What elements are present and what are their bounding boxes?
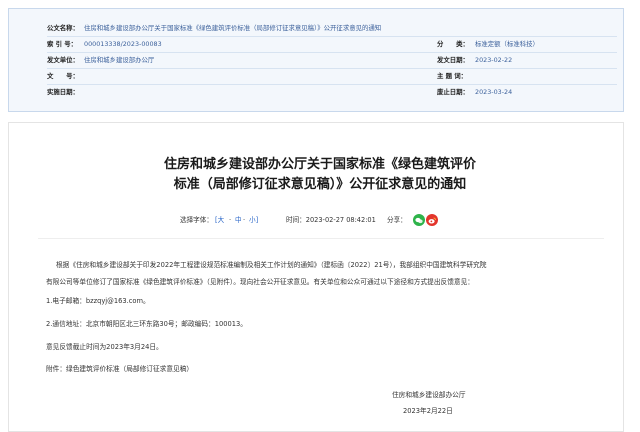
font-large-link[interactable]: [大 bbox=[215, 213, 224, 227]
font-separator: · bbox=[243, 216, 246, 224]
abolish-date-value: 2023-03-24 bbox=[475, 88, 513, 96]
body-paragraph-1-line-2: 有限公司等单位修订了国家标准《绿色建筑评价标准》（见附件）。现向社会公开征求意见… bbox=[46, 278, 474, 286]
category-value: 标准定额（标准科技） bbox=[475, 40, 539, 48]
doc-title-label: 公文名称： bbox=[47, 24, 79, 32]
doc-no-label: 文 号： bbox=[47, 72, 79, 80]
abolish-date-label: 废止日期： bbox=[437, 88, 469, 96]
subject-label: 主 题 词： bbox=[437, 72, 468, 80]
weibo-eye-icon bbox=[428, 217, 436, 223]
document-metadata-panel: 公文名称： 住房和城乡建设部办公厅关于国家标准《绿色建筑评价标准（局部修订征求意… bbox=[8, 8, 624, 112]
doc-title-value: 住房和城乡建设部办公厅关于国家标准《绿色建筑评价标准（局部修订征求意见稿）》公开… bbox=[84, 24, 382, 32]
article-title-line-1: 住房和城乡建设部办公厅关于国家标准《绿色建筑评价 bbox=[163, 157, 476, 172]
meta-divider bbox=[47, 84, 617, 85]
wechat-bubbles-icon bbox=[415, 217, 423, 223]
font-medium-link[interactable]: 中 bbox=[235, 213, 242, 227]
signer: 住房和城乡建设部办公厅 bbox=[392, 391, 466, 399]
body-paragraph-1-line-1: 根据《住房和城乡建设部关于印发2022年工程建设规范标准编制及相关工作计划的通知… bbox=[56, 261, 487, 269]
index-value: 000013338/2023-00083 bbox=[84, 40, 162, 48]
issue-date-label: 发文日期： bbox=[437, 56, 469, 64]
issue-date-value: 2023-02-22 bbox=[475, 56, 513, 64]
effective-date-label: 实施日期： bbox=[47, 88, 79, 96]
content-divider bbox=[38, 238, 604, 239]
font-separator: · bbox=[229, 216, 232, 224]
article-title-line-2: 标准（局部修订征求意见稿）》公开征求意见的通知 bbox=[173, 177, 467, 192]
issuer-value: 住房和城乡建设部办公厅 bbox=[84, 56, 155, 64]
font-small-link[interactable]: 小] bbox=[249, 213, 258, 227]
meta-divider bbox=[47, 68, 617, 69]
font-select-label: 选择字体： bbox=[180, 216, 213, 224]
weibo-share-icon[interactable] bbox=[426, 214, 438, 226]
wechat-share-icon[interactable] bbox=[413, 214, 425, 226]
publish-datetime: 时间：2023-02-27 08:42:01 bbox=[286, 216, 376, 224]
category-label: 分 类： bbox=[437, 40, 469, 48]
index-label: 索 引 号： bbox=[47, 40, 78, 48]
address-line: 2.通信地址：北京市朝阳区北三环东路30号；邮政编码：100013。 bbox=[46, 320, 247, 328]
attachment-text: 附件：绿色建筑评价标准（局部修订征求意见稿） bbox=[46, 365, 194, 373]
deadline-line: 意见反馈截止时间为2023年3月24日。 bbox=[46, 343, 163, 351]
share-label: 分享： bbox=[387, 216, 407, 224]
sign-date: 2023年2月22日 bbox=[403, 407, 453, 415]
attachment-line: 附件：绿色建筑评价标准（局部修订征求意见稿） bbox=[46, 364, 193, 375]
email-line: 1.电子邮箱：bzzqyj@163.com。 bbox=[46, 297, 150, 305]
article-toolbar: 选择字体： [大 · 中 · 小] 时间：2023-02-27 08:42:01… bbox=[0, 213, 640, 227]
issuer-label: 发文单位： bbox=[47, 56, 79, 64]
